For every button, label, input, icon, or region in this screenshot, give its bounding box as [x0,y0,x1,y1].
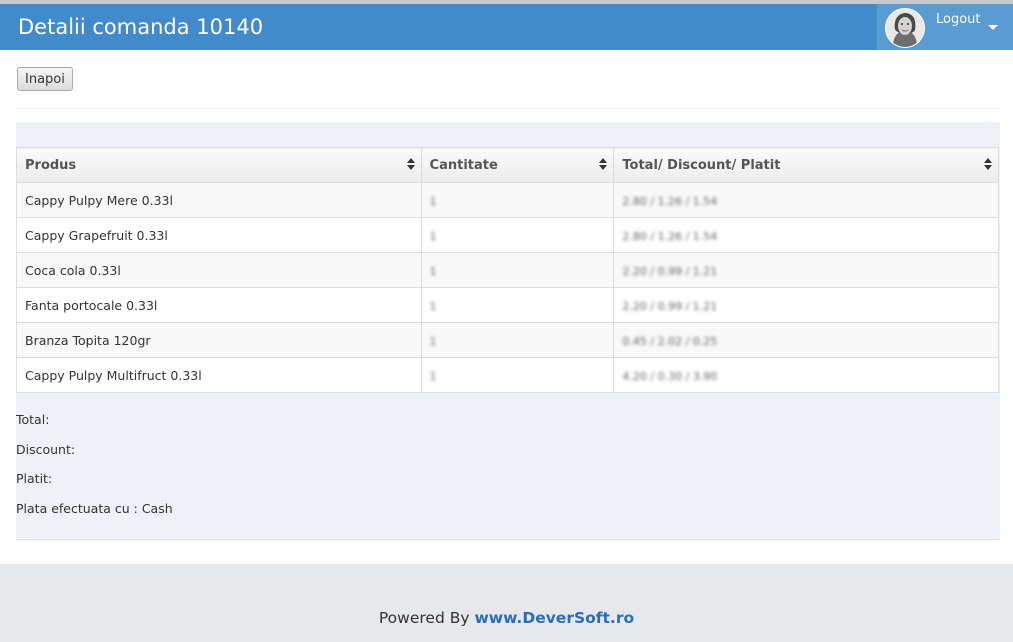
quantity-cell: 1 [420,287,615,323]
product-cell: Cappy Pulpy Mere 0.33l [16,182,422,218]
product-cell: Fanta portocale 0.33l [16,287,422,323]
column-header-cantitate[interactable]: Cantitate [420,147,615,183]
table-header-row: Produs Cantitate Total/ Discount/ Platit [16,147,999,183]
logout-label[interactable]: Logout [936,12,981,27]
product-cell: Branza Topita 120gr [16,322,422,358]
amounts-cell: 2.80 / 1.26 / 1.54 [613,217,999,253]
deversoft-link[interactable]: www.DeverSoft.ro [474,609,634,627]
product-cell: Coca cola 0.33l [16,252,422,288]
summary-paid: Platit: [16,471,53,486]
column-header-total-discount-platit[interactable]: Total/ Discount/ Platit [613,147,999,183]
quantity-cell: 1 [420,182,615,218]
amounts-cell: 2.20 / 0.99 / 1.21 [613,252,999,288]
quantity-cell: 1 [420,322,615,358]
user-avatar-icon [885,8,925,48]
page-header: Detalii comanda 10140 Logout [0,4,1013,50]
payment-method: Plata efectuata cu : Cash [16,501,173,516]
amounts-cell: 4.20 / 0.30 / 3.90 [613,357,999,393]
table-row: Branza Topita 120gr 1 0.45 / 2.02 / 0.25 [16,322,999,358]
summary-total: Total: [16,412,50,427]
user-menu-toggle[interactable]: Logout [877,4,1013,50]
product-cell: Cappy Pulpy Multifruct 0.33l [16,357,422,393]
quantity-cell: 1 [420,357,615,393]
back-button[interactable]: Inapoi [17,67,73,91]
amounts-cell: 2.80 / 1.26 / 1.54 [613,182,999,218]
sort-icon[interactable] [984,158,992,172]
page-title: Detalii comanda 10140 [18,15,264,39]
page-footer: Powered By www.DeverSoft.ro [0,564,1013,642]
product-cell: Cappy Grapefruit 0.33l [16,217,422,253]
table-row: Cappy Pulpy Multifruct 0.33l 1 4.20 / 0.… [16,357,999,393]
divider [16,108,999,109]
powered-by: Powered By www.DeverSoft.ro [378,609,635,627]
sort-icon[interactable] [406,158,415,172]
quantity-cell: 1 [420,252,615,288]
table-row: Coca cola 0.33l 1 2.20 / 0.99 / 1.21 [16,252,999,288]
table-row: Fanta portocale 0.33l 1 2.20 / 0.99 / 1.… [16,287,999,323]
quantity-cell: 1 [420,217,615,253]
column-header-produs[interactable]: Produs [16,147,422,183]
table-row: Cappy Pulpy Mere 0.33l 1 2.80 / 1.26 / 1… [16,182,999,218]
table-row: Cappy Grapefruit 0.33l 1 2.80 / 1.26 / 1… [16,217,999,253]
summary-discount: Discount: [16,442,76,457]
order-details-panel: Produs Cantitate Total/ Discount/ Platit… [16,122,1000,540]
caret-down-icon[interactable] [988,25,998,30]
amounts-cell: 0.45 / 2.02 / 0.25 [613,322,999,358]
amounts-cell: 2.20 / 0.99 / 1.21 [613,287,999,323]
order-items-table: Produs Cantitate Total/ Discount/ Platit… [16,147,999,393]
sort-icon[interactable] [599,158,608,172]
